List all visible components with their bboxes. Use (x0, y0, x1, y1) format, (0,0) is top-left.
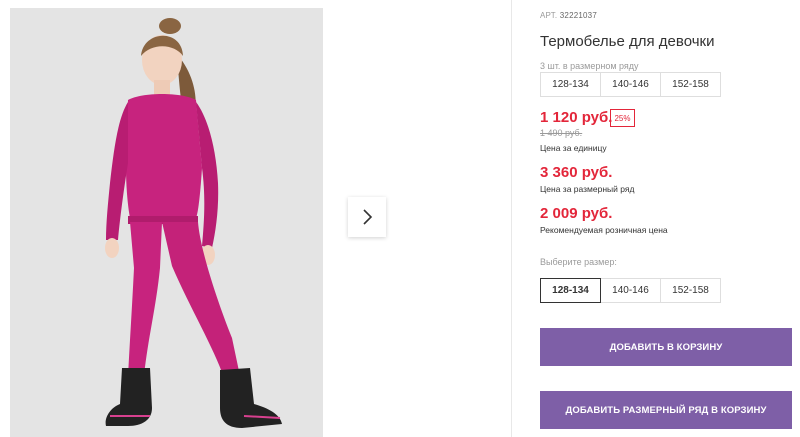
size-row-item: 152-158 (660, 72, 721, 97)
retail-price-note: Рекомендуемая розничная цена (540, 225, 668, 235)
add-size-row-to-cart-button[interactable]: ДОБАВИТЬ РАЗМЕРНЫЙ РЯД В КОРЗИНУ (540, 391, 792, 429)
size-selector: 128-134 140-146 152-158 (540, 278, 721, 303)
product-title: Термобелье для девочки (540, 33, 715, 50)
size-row-item: 140-146 (600, 72, 661, 97)
add-to-cart-button[interactable]: ДОБАВИТЬ В КОРЗИНУ (540, 328, 792, 366)
gallery-next-button[interactable] (348, 197, 386, 237)
product-image[interactable] (10, 8, 323, 437)
panel-divider (511, 0, 512, 437)
size-row-item: 128-134 (540, 72, 601, 97)
article-code: 32221037 (559, 11, 597, 20)
row-price: 3 360 руб. (540, 164, 613, 181)
unit-price-note: Цена за единицу (540, 143, 607, 153)
article-label: АРТ. (540, 11, 558, 20)
size-row-list: 128-134 140-146 152-158 (540, 72, 721, 97)
size-option[interactable]: 152-158 (660, 278, 721, 303)
article-number: АРТ. 32221037 (540, 11, 597, 20)
discount-badge: 25% (610, 109, 635, 127)
size-option[interactable]: 140-146 (600, 278, 661, 303)
old-price: 1 490 руб. (540, 128, 583, 138)
retail-price: 2 009 руб. (540, 205, 613, 222)
choose-size-label: Выберите размер: (540, 257, 617, 267)
size-option-selected[interactable]: 128-134 (540, 278, 601, 303)
unit-price: 1 120 руб. (540, 109, 613, 126)
row-price-note: Цена за размерный ряд (540, 184, 635, 194)
product-photo (10, 8, 323, 437)
chevron-right-icon (363, 209, 373, 225)
size-row-label: 3 шт. в размерном ряду (540, 61, 639, 71)
